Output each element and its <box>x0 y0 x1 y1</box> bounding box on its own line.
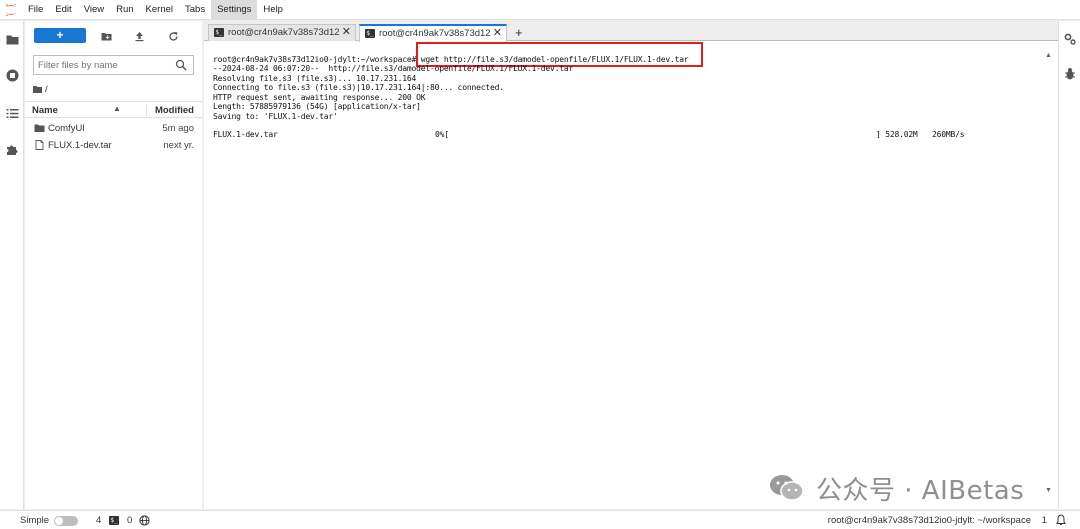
column-name-header[interactable]: Name <box>32 105 58 116</box>
kernel-count[interactable]: 4 <box>96 515 101 526</box>
status-bar: Simple 4 $_ 0 root@cr4n9ak7v38s73d12io0-… <box>0 510 1080 529</box>
sort-caret-icon[interactable]: ▲ <box>113 104 121 113</box>
add-tab-button[interactable]: + <box>515 25 523 40</box>
menu-settings[interactable]: Settings <box>211 0 258 20</box>
file-modified: next yr. <box>163 140 194 151</box>
progress-downloaded: ] 528.02M <box>876 130 918 139</box>
terminal-line: Connecting to file.s3 (file.s3)|10.17.23… <box>213 83 504 92</box>
main-dock-area: $_ root@cr4n9ak7v38s73d12io( ✕ $_ root@c… <box>204 21 1080 509</box>
table-of-contents-icon[interactable] <box>4 105 20 121</box>
left-activity-bar <box>0 21 24 509</box>
file-filter-field[interactable] <box>33 55 194 75</box>
new-folder-icon[interactable] <box>99 29 113 43</box>
tab-bar: $_ root@cr4n9ak7v38s73d12io( ✕ $_ root@c… <box>204 21 1080 42</box>
close-icon[interactable]: ✕ <box>493 26 502 39</box>
property-inspector-gears-icon[interactable] <box>1063 32 1077 46</box>
file-list-header: Name ▲ Modified <box>25 101 202 118</box>
terminal-scrollbar[interactable]: ▲ ▼ <box>1043 48 1053 496</box>
debugger-bug-icon[interactable] <box>1063 67 1077 81</box>
simple-mode-toggle[interactable] <box>54 516 78 526</box>
simple-mode-label: Simple <box>20 515 50 526</box>
file-filter-input[interactable] <box>34 56 164 74</box>
progress-speed: 260MB/s <box>932 130 965 139</box>
terminal-count[interactable]: 0 <box>127 515 132 526</box>
new-launcher-button[interactable]: + <box>34 28 86 43</box>
menu-view[interactable]: View <box>78 0 110 20</box>
progress-filename: FLUX.1-dev.tar <box>213 130 278 139</box>
upload-icon[interactable] <box>132 29 146 43</box>
terminal-output[interactable]: root@cr4n9ak7v38s73d12io0-jdylt:~/worksp… <box>208 42 1050 504</box>
tab-terminal-2[interactable]: $_ root@cr4n9ak7v38s73d12io( ✕ <box>359 24 507 42</box>
menu-kernel[interactable]: Kernel <box>140 0 179 20</box>
file-browser-toolbar: + <box>25 21 202 51</box>
tab-label: root@cr4n9ak7v38s73d12io( <box>228 27 340 38</box>
folder-icon <box>34 124 45 132</box>
wechat-watermark: 公众号 · AIBetas <box>768 470 1053 506</box>
status-current-path: root@cr4n9ak7v38s73d12io0-jdylt: ~/works… <box>827 515 1031 526</box>
breadcrumb-root[interactable]: / <box>45 84 48 95</box>
breadcrumb[interactable]: / <box>33 82 48 96</box>
folder-icon[interactable] <box>4 31 20 47</box>
progress-percent: 0%[ <box>435 130 449 139</box>
notification-count[interactable]: 1 <box>1042 515 1047 526</box>
globe-icon[interactable] <box>139 515 150 526</box>
file-icon <box>35 140 44 150</box>
bell-icon[interactable] <box>1055 514 1067 526</box>
terminal-line: HTTP request sent, awaiting response... … <box>213 92 426 102</box>
terminal-icon: $_ <box>365 29 375 38</box>
file-list-item[interactable]: ComfyUI 5m ago <box>25 120 202 137</box>
file-list-item[interactable]: FLUX.1-dev.tar next yr. <box>25 137 202 154</box>
watermark-text: 公众号 · AIBetas <box>816 475 1025 506</box>
terminal-icon: $_ <box>214 28 224 37</box>
menu-edit[interactable]: Edit <box>49 0 77 20</box>
running-kernels-icon[interactable] <box>4 67 20 83</box>
menu-file[interactable]: File <box>22 0 49 20</box>
terminal-prompt: root@cr4n9ak7v38s73d12io0-jdylt:~/worksp… <box>213 55 417 64</box>
wechat-logo-icon <box>768 473 806 503</box>
column-modified-header[interactable]: Modified <box>145 105 194 116</box>
jupyter-logo-icon <box>0 0 22 20</box>
terminal-icon: $_ <box>109 516 119 525</box>
home-folder-icon <box>33 86 42 93</box>
scroll-up-icon[interactable]: ▲ <box>1045 52 1052 59</box>
terminal-line: Resolving file.s3 (file.s3)... 10.17.231… <box>213 73 417 83</box>
file-modified: 5m ago <box>162 123 194 134</box>
terminal-line: Saving to: 'FLUX.1-dev.tar' <box>213 111 338 121</box>
extensions-puzzle-icon[interactable] <box>4 141 20 157</box>
menu-bar: File Edit View Run Kernel Tabs Settings … <box>0 0 1080 20</box>
terminal-line: --2024-08-24 06:07:20-- http://file.s3/d… <box>213 64 574 73</box>
menu-tabs[interactable]: Tabs <box>179 0 211 20</box>
tab-label: root@cr4n9ak7v38s73d12io( <box>379 28 491 39</box>
refresh-icon[interactable] <box>166 29 180 43</box>
right-activity-bar <box>1058 21 1080 509</box>
tab-terminal-1[interactable]: $_ root@cr4n9ak7v38s73d12io( ✕ <box>208 24 356 41</box>
menu-help[interactable]: Help <box>257 0 289 20</box>
close-icon[interactable]: ✕ <box>342 25 351 38</box>
file-name: ComfyUI <box>48 123 85 134</box>
file-name: FLUX.1-dev.tar <box>48 140 112 151</box>
terminal-line: Length: 57885979136 (54G) [application/x… <box>213 102 421 111</box>
file-browser-panel: + / Name ▲ Modified ComfyUI 5m ago FLUX.… <box>25 21 202 509</box>
search-icon <box>175 59 187 71</box>
menu-run[interactable]: Run <box>110 0 139 20</box>
